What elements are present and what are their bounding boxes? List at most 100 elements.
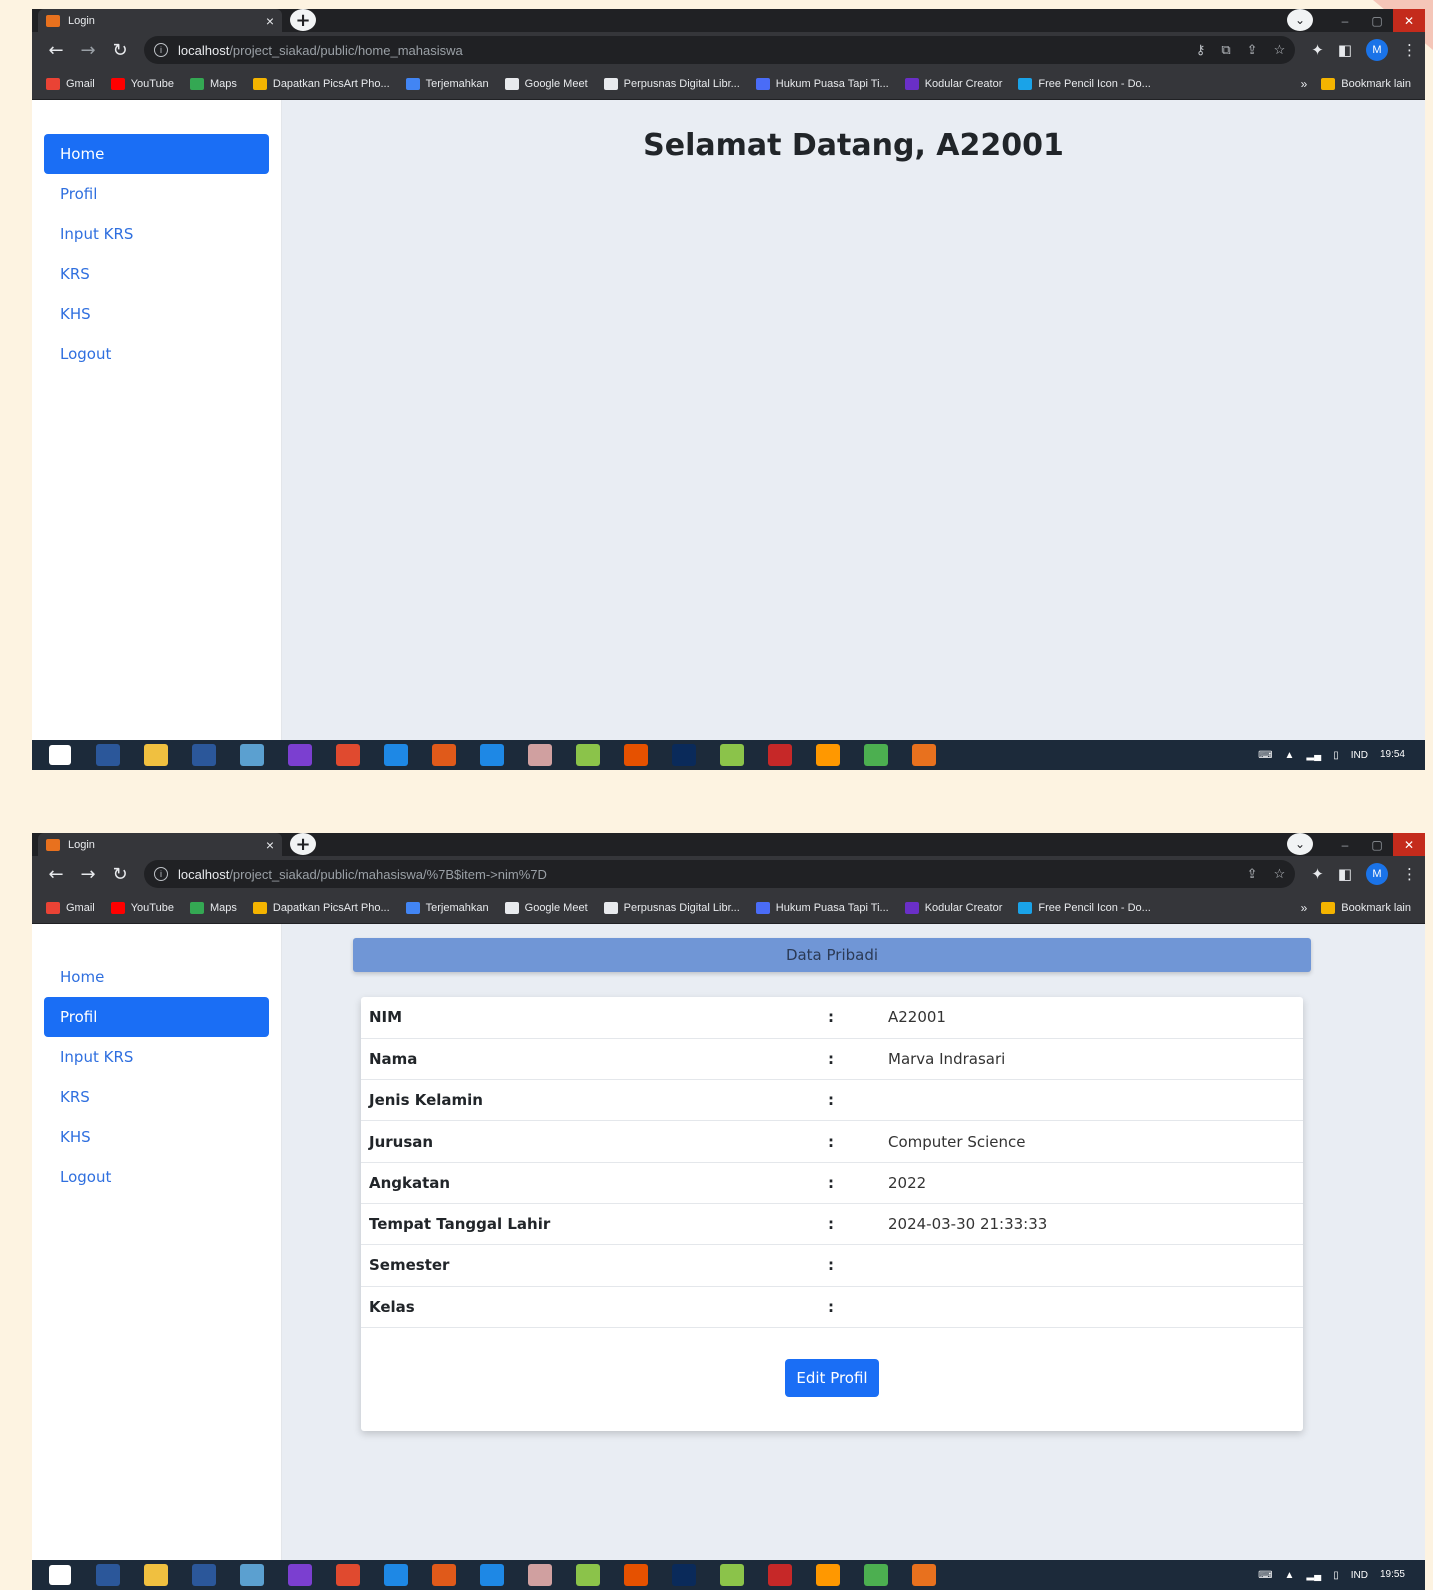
bookmark-item[interactable]: Free Pencil Icon - Do... [1018,77,1151,90]
taskbar-app-icon[interactable] [232,740,272,770]
bookmark-item[interactable]: YouTube [110,77,174,90]
tab-search-icon[interactable]: ⌄ [1287,833,1313,855]
menu-icon[interactable]: ⋮ [1402,41,1417,59]
taskbar-app-icon[interactable] [664,740,704,770]
bookmark-item[interactable]: Dapatkan PicsArt Pho... [252,901,390,914]
bookmark-item[interactable]: Gmail [46,901,95,914]
taskbar-app-icon[interactable] [568,1560,608,1590]
maximize-button[interactable]: ▢ [1361,9,1393,32]
sidebar-item-home[interactable]: Home [44,134,269,174]
taskbar-app-icon[interactable] [88,1560,128,1590]
bookmark-item[interactable]: Hukum Puasa Tapi Ti... [755,901,889,914]
window-close-button[interactable]: ✕ [1393,833,1425,856]
language-indicator[interactable]: IND [1351,750,1368,761]
tray-expand-icon[interactable]: ▲ [1285,1570,1295,1581]
taskbar-app-icon[interactable] [616,1560,656,1590]
new-tab-button[interactable]: + [290,9,316,31]
bookmark-item[interactable]: Maps [189,901,237,914]
sidebar-item-krs[interactable]: KRS [44,254,269,294]
taskbar-app-icon[interactable] [664,1560,704,1590]
bookmark-item[interactable]: Maps [189,77,237,90]
site-info-icon[interactable]: i [154,43,168,57]
taskbar-app-icon[interactable] [808,740,848,770]
taskbar-app-icon[interactable] [424,1560,464,1590]
menu-icon[interactable]: ⋮ [1402,865,1417,883]
translate-icon[interactable]: ⧉ [1221,42,1230,58]
bookmark-item[interactable]: Perpusnas Digital Libr... [603,901,740,914]
other-bookmarks-folder[interactable]: Bookmark lain [1321,901,1411,914]
forward-arrow-icon[interactable]: → [72,35,104,65]
taskbar-app-icon[interactable] [568,740,608,770]
side-panel-icon[interactable]: ◧ [1338,41,1352,59]
taskbar-app-icon[interactable] [856,1560,896,1590]
taskbar-app-icon[interactable] [712,740,752,770]
reload-icon[interactable]: ↻ [104,859,136,889]
maximize-button[interactable]: ▢ [1361,833,1393,856]
share-icon[interactable]: ⇪ [1247,42,1258,58]
bookmark-item[interactable]: Terjemahkan [405,77,489,90]
sidebar-item-logout[interactable]: Logout [44,1157,269,1197]
language-indicator[interactable]: IND [1351,1570,1368,1581]
taskbar-app-icon[interactable] [280,1560,320,1590]
browser-tab[interactable]: Login × [38,833,282,856]
bookmark-item[interactable]: Free Pencil Icon - Do... [1018,901,1151,914]
taskbar-app-icon[interactable] [904,1560,944,1590]
bookmark-item[interactable]: Hukum Puasa Tapi Ti... [755,77,889,90]
tab-close-icon[interactable]: × [266,837,274,853]
bookmark-item[interactable]: Perpusnas Digital Libr... [603,77,740,90]
back-arrow-icon[interactable]: ← [40,859,72,889]
bookmarks-more-icon[interactable]: » [1301,901,1308,915]
sidebar-item-home[interactable]: Home [44,957,269,997]
star-icon[interactable]: ☆ [1274,42,1286,58]
taskbar-app-icon[interactable] [760,1560,800,1590]
sidebar-item-logout[interactable]: Logout [44,334,269,374]
sidebar-item-input-krs[interactable]: Input KRS [44,1037,269,1077]
keyboard-icon[interactable]: ⌨ [1258,1570,1272,1581]
network-icon[interactable]: ▂▄ [1306,750,1321,761]
taskbar-app-icon[interactable] [808,1560,848,1590]
back-arrow-icon[interactable]: ← [40,35,72,65]
reload-icon[interactable]: ↻ [104,35,136,65]
minimize-button[interactable]: – [1329,9,1361,32]
taskbar-app-icon[interactable] [760,740,800,770]
battery-icon[interactable]: ▯ [1333,1570,1339,1581]
side-panel-icon[interactable]: ◧ [1338,865,1352,883]
sidebar-item-input-krs[interactable]: Input KRS [44,214,269,254]
taskbar-app-icon[interactable] [184,740,224,770]
tab-close-icon[interactable]: × [266,13,274,29]
windows-start-icon[interactable] [40,740,80,770]
extensions-icon[interactable]: ✦ [1311,41,1324,59]
taskbar-app-icon[interactable] [856,740,896,770]
taskbar-app-icon[interactable] [136,740,176,770]
taskbar-app-icon[interactable] [184,1560,224,1590]
window-close-button[interactable]: ✕ [1393,9,1425,32]
clock[interactable]: 19:55 [1380,1569,1405,1581]
edit-profil-button[interactable]: Edit Profil [785,1359,879,1397]
bookmark-item[interactable]: YouTube [110,901,174,914]
taskbar-app-icon[interactable] [280,740,320,770]
bookmark-item[interactable]: Dapatkan PicsArt Pho... [252,77,390,90]
taskbar-app-icon[interactable] [136,1560,176,1590]
star-icon[interactable]: ☆ [1274,866,1286,882]
extensions-icon[interactable]: ✦ [1311,865,1324,883]
keyboard-icon[interactable]: ⌨ [1258,750,1272,761]
sidebar-item-khs[interactable]: KHS [44,1117,269,1157]
taskbar-app-icon[interactable] [232,1560,272,1590]
taskbar-app-icon[interactable] [328,1560,368,1590]
sidebar-item-profil[interactable]: Profil [44,997,269,1037]
new-tab-button[interactable]: + [290,833,316,855]
taskbar-app-icon[interactable] [472,1560,512,1590]
taskbar-app-icon[interactable] [88,740,128,770]
sidebar-item-khs[interactable]: KHS [44,294,269,334]
address-bar[interactable]: i localhost/project_siakad/public/home_m… [144,36,1296,64]
bookmark-item[interactable]: Kodular Creator [904,901,1002,914]
clock[interactable]: 19:54 [1380,749,1405,761]
taskbar-app-icon[interactable] [376,740,416,770]
address-bar[interactable]: i localhost/project_siakad/public/mahasi… [144,860,1296,888]
other-bookmarks-folder[interactable]: Bookmark lain [1321,77,1411,90]
taskbar-app-icon[interactable] [616,740,656,770]
minimize-button[interactable]: – [1329,833,1361,856]
profile-avatar[interactable]: M [1366,39,1388,61]
tray-expand-icon[interactable]: ▲ [1285,750,1295,761]
bookmark-item[interactable]: Kodular Creator [904,77,1002,90]
